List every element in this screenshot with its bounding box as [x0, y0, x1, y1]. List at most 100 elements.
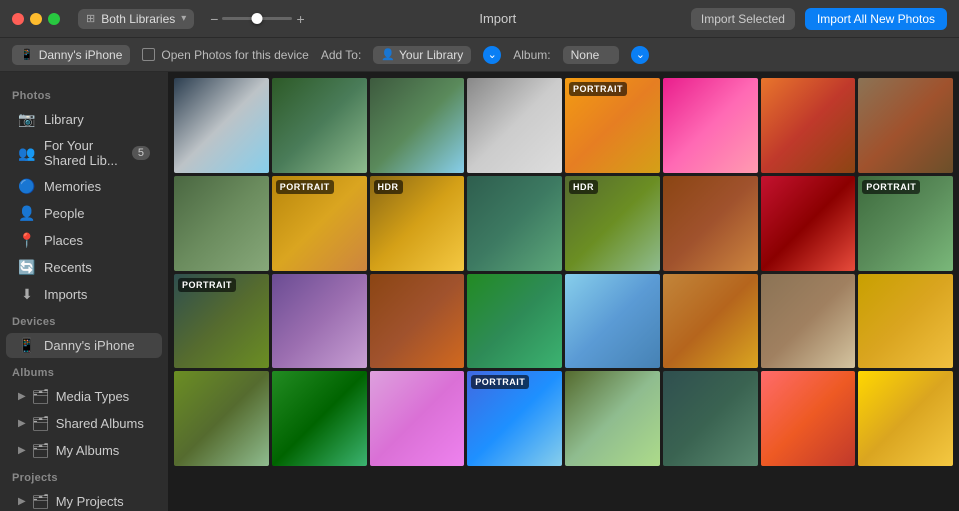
shared-icon: 👥: [18, 145, 36, 162]
photo-cell[interactable]: [174, 371, 269, 466]
hdr-badge: HDR: [374, 180, 403, 194]
sidebar-media-types-label: Media Types: [56, 389, 129, 404]
album-chevron-button[interactable]: ⌄: [631, 46, 649, 64]
photo-cell[interactable]: PORTRAIT: [174, 274, 269, 369]
photo-image: [565, 371, 660, 466]
maximize-button[interactable]: [48, 13, 60, 25]
photo-cell[interactable]: [565, 274, 660, 369]
photo-cell[interactable]: HDR: [565, 176, 660, 271]
photo-grid-container: PORTRAITPORTRAITHDRHDRPORTRAITPORTRAITPO…: [168, 72, 959, 511]
sidebar-item-library[interactable]: 📷 Library: [6, 107, 162, 132]
photo-image: [370, 78, 465, 173]
sidebar-item-my-albums[interactable]: ▶ 🗂 My Albums: [6, 438, 162, 463]
slider-thumb: [252, 13, 263, 24]
zoom-slider-container: − +: [210, 11, 304, 27]
photo-cell[interactable]: [370, 371, 465, 466]
photo-image: [858, 371, 953, 466]
sidebar-item-places[interactable]: 📍 Places: [6, 228, 162, 253]
photo-cell[interactable]: [565, 371, 660, 466]
sidebar-item-memories[interactable]: 🔵 Memories: [6, 174, 162, 199]
photo-cell[interactable]: [467, 78, 562, 173]
sidebar-item-people[interactable]: 👤 People: [6, 201, 162, 226]
library-selector-label: Both Libraries: [101, 12, 175, 26]
album-chevron-icon: ⌄: [636, 48, 645, 61]
chevron-icon: ⌄: [488, 48, 497, 61]
photo-cell[interactable]: [761, 78, 856, 173]
devices-section-title: Devices: [0, 308, 168, 332]
sidebar-people-label: People: [44, 206, 150, 221]
photo-cell[interactable]: [761, 274, 856, 369]
add-to-chevron-button[interactable]: ⌄: [483, 46, 501, 64]
photo-image: [663, 176, 758, 271]
shared-album-icon: 🗂: [32, 415, 50, 432]
photo-image: [858, 274, 953, 369]
sidebar-my-projects-label: My Projects: [56, 494, 124, 509]
zoom-in-icon[interactable]: +: [296, 11, 304, 27]
chevron-right-icon: ▶: [18, 391, 26, 402]
photo-image: [761, 78, 856, 173]
photo-cell[interactable]: [663, 371, 758, 466]
photo-cell[interactable]: [858, 371, 953, 466]
minimize-button[interactable]: [30, 13, 42, 25]
photo-cell[interactable]: [663, 78, 758, 173]
iphone-icon: 📱: [18, 337, 36, 354]
chevron-right-icon3: ▶: [18, 445, 26, 456]
photo-image: [858, 78, 953, 173]
photo-cell[interactable]: [761, 371, 856, 466]
sidebar-item-my-projects[interactable]: ▶ 🗂 My Projects: [6, 489, 162, 511]
sidebar-item-media-types[interactable]: ▶ 🗂 Media Types: [6, 384, 162, 409]
sidebar-item-imports[interactable]: ⬇ Imports: [6, 282, 162, 307]
open-photos-checkbox[interactable]: [142, 48, 155, 61]
photo-cell[interactable]: [761, 176, 856, 271]
photo-cell[interactable]: [663, 176, 758, 271]
portrait-badge: PORTRAIT: [471, 375, 529, 389]
photo-cell[interactable]: [467, 176, 562, 271]
album-value: None: [571, 48, 600, 62]
add-to-selector[interactable]: 👤 Your Library: [373, 46, 471, 64]
photo-image: [663, 371, 758, 466]
open-photos-checkbox-container[interactable]: Open Photos for this device: [142, 48, 308, 62]
photo-cell[interactable]: [174, 78, 269, 173]
photo-cell[interactable]: HDR: [370, 176, 465, 271]
people-icon: 👤: [18, 205, 36, 222]
library-selector[interactable]: ⊞ Both Libraries ▾: [78, 9, 194, 29]
photo-image: [467, 78, 562, 173]
photo-cell[interactable]: [272, 274, 367, 369]
photo-cell[interactable]: [467, 274, 562, 369]
close-button[interactable]: [12, 13, 24, 25]
photo-image: [467, 176, 562, 271]
photos-section-title: Photos: [0, 82, 168, 106]
photo-cell[interactable]: PORTRAIT: [858, 176, 953, 271]
sidebar-item-recents[interactable]: 🔄 Recents: [6, 255, 162, 280]
import-all-button[interactable]: Import All New Photos: [805, 8, 947, 30]
photo-cell[interactable]: [370, 78, 465, 173]
zoom-out-icon[interactable]: −: [210, 11, 218, 27]
photo-image: [272, 78, 367, 173]
photo-cell[interactable]: PORTRAIT: [272, 176, 367, 271]
device-tab[interactable]: 📱 Danny's iPhone: [12, 45, 130, 65]
sidebar-item-iphone[interactable]: 📱 Danny's iPhone: [6, 333, 162, 358]
import-selected-button[interactable]: Import Selected: [691, 8, 795, 30]
photo-cell[interactable]: [858, 78, 953, 173]
photo-cell[interactable]: [272, 371, 367, 466]
photo-cell[interactable]: [370, 274, 465, 369]
sidebar-item-shared-lib[interactable]: 👥 For Your Shared Lib... 5: [6, 134, 162, 172]
photo-cell[interactable]: PORTRAIT: [467, 371, 562, 466]
photo-cell[interactable]: PORTRAIT: [565, 78, 660, 173]
photo-image: [174, 78, 269, 173]
person-icon: 👤: [381, 48, 395, 61]
folder-icon: 🗂: [32, 388, 50, 405]
sidebar-shared-albums-label: Shared Albums: [56, 416, 144, 431]
sidebar-shared-label: For Your Shared Lib...: [44, 138, 124, 168]
photo-cell[interactable]: [858, 274, 953, 369]
photo-image: [467, 274, 562, 369]
photo-cell[interactable]: [174, 176, 269, 271]
main-layout: Photos 📷 Library 👥 For Your Shared Lib..…: [0, 72, 959, 511]
photo-cell[interactable]: [663, 274, 758, 369]
sidebar-item-shared-albums[interactable]: ▶ 🗂 Shared Albums: [6, 411, 162, 436]
photo-cell[interactable]: [272, 78, 367, 173]
album-selector[interactable]: None: [563, 46, 620, 64]
zoom-slider[interactable]: [222, 17, 292, 20]
projects-section-title: Projects: [0, 464, 168, 488]
projects-icon: 🗂: [32, 493, 50, 510]
